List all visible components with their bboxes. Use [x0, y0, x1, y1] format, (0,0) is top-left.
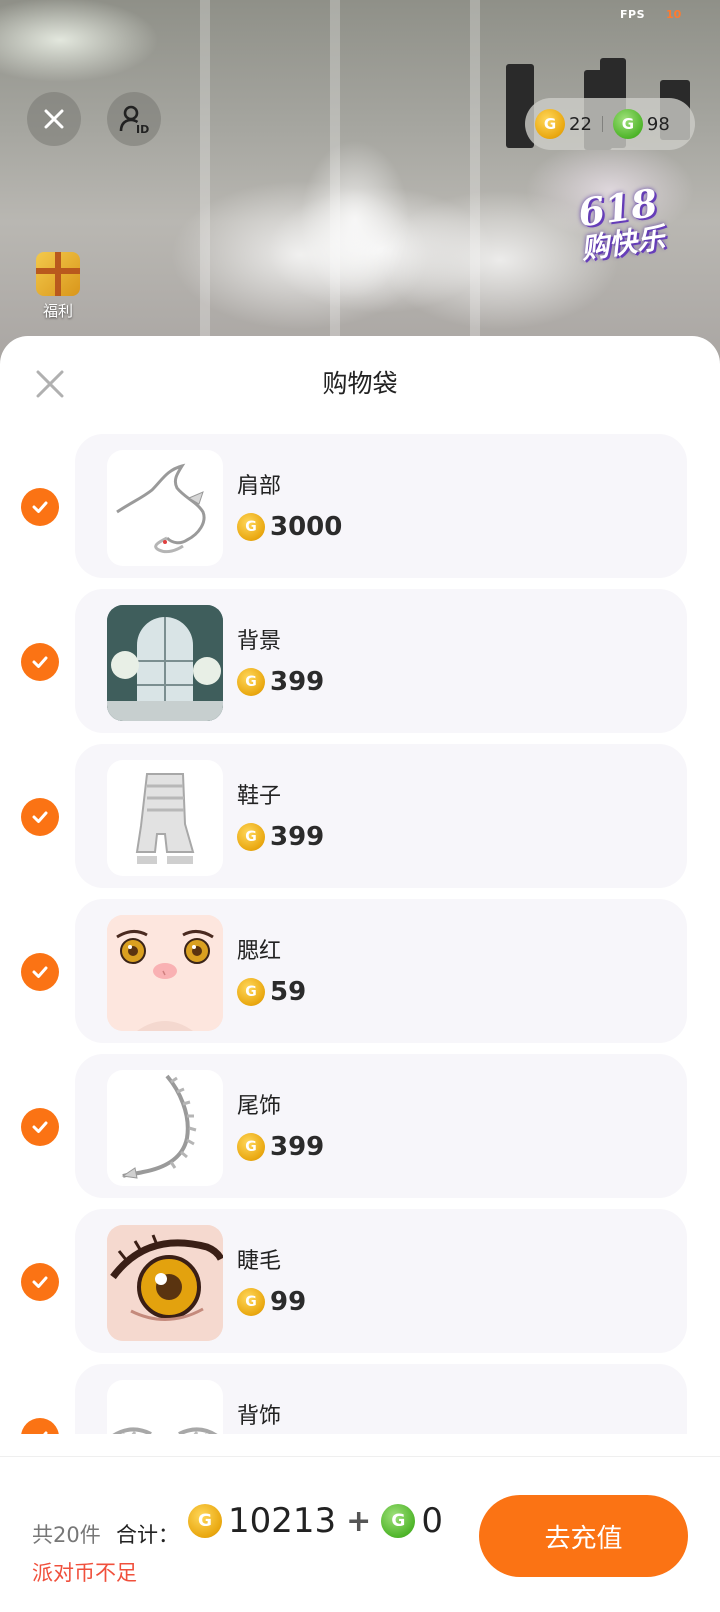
gold-coin-icon: G [237, 1288, 265, 1316]
item-price: G 99 [237, 1287, 306, 1317]
item-name: 尾饰 [237, 1094, 282, 1119]
check-icon [32, 966, 48, 978]
item-price-value: 59 [270, 977, 307, 1007]
item-name: 腮红 [237, 939, 282, 964]
eyelash-icon [107, 1225, 223, 1341]
gift-icon [36, 252, 80, 296]
selected-checkbox[interactable] [21, 1418, 59, 1434]
sheet-title: 购物袋 [322, 369, 398, 398]
gold-coin-icon: G [535, 109, 565, 139]
green-coin-amount: 98 [646, 113, 670, 135]
currency-display[interactable]: G 22 G 98 [525, 98, 695, 150]
recharge-button[interactable]: 去充值 [479, 1495, 688, 1577]
green-coin-icon: G [612, 109, 643, 139]
gold-coin-icon: G [237, 823, 265, 851]
green-total: 0 [421, 1501, 443, 1541]
item-name: 背景 [237, 629, 282, 654]
boots-icon [107, 760, 223, 876]
promo-618-badge[interactable]: 618 购快乐 [553, 160, 687, 286]
item-price: G 399 [237, 822, 324, 852]
cart-item[interactable]: 尾饰 G 399 [0, 1054, 720, 1198]
item-price-value: 399 [270, 667, 325, 697]
welfare-label: 福利 [42, 302, 73, 320]
insufficient-coins-warning: 派对币不足 [32, 1561, 137, 1585]
item-price: G 399 [237, 667, 324, 697]
check-icon [32, 501, 48, 513]
cart-item[interactable]: 鞋子 G 399 [0, 744, 720, 888]
checkout-footer: 共20件 合计： G 10213 + G 0 派对币不足 去充值 [0, 1456, 720, 1612]
check-icon [32, 811, 48, 823]
total-label: 合计： [116, 1523, 179, 1547]
svg-text:ID: ID [136, 123, 149, 135]
cart-item-list[interactable]: 肩部 G 3000 背景 G 399 鞋子 G 399 腮红 G 59 尾饰 G… [0, 434, 720, 1434]
selected-checkbox[interactable] [21, 1108, 59, 1146]
close-scene-button[interactable] [27, 92, 81, 146]
item-price-value: 99 [270, 1287, 307, 1317]
item-name: 背饰 [237, 1404, 282, 1429]
item-price-value: 399 [270, 822, 325, 852]
welfare-button[interactable]: 福利 [30, 252, 86, 321]
dragon-shoulder-icon [107, 450, 223, 566]
user-id-button[interactable]: ID [107, 92, 161, 146]
gold-coin-icon: G [237, 1133, 265, 1161]
shopping-bag-sheet: 购物袋 肩部 G 3000 背景 G 399 鞋子 G 399 腮红 G 59 … [0, 336, 720, 1612]
cart-item[interactable]: 睫毛 G 99 [0, 1209, 720, 1353]
user-id-icon: ID [119, 105, 149, 135]
check-icon [32, 1276, 48, 1288]
item-price: G 3000 [237, 512, 342, 542]
character-silhouette [300, 140, 410, 300]
check-icon [43, 1431, 48, 1434]
gold-coin-amount: 22 [569, 113, 592, 135]
selected-checkbox[interactable] [21, 488, 59, 526]
tail-icon [107, 1070, 223, 1186]
gold-total: 10213 [228, 1501, 337, 1541]
cart-item[interactable]: 肩部 G 3000 [0, 434, 720, 578]
face-blush-icon [107, 915, 223, 1031]
item-price: G 399 [237, 1132, 324, 1162]
item-price: G 59 [237, 977, 306, 1007]
selected-checkbox[interactable] [21, 798, 59, 836]
item-name: 肩部 [237, 474, 282, 499]
item-price-value: 3000 [270, 512, 343, 542]
back-ornament-icon [107, 1380, 223, 1434]
check-icon [32, 1121, 48, 1133]
item-count: 共20件 [32, 1523, 101, 1547]
fps-value: 10 [666, 8, 682, 21]
gold-coin-icon: G [237, 513, 265, 541]
green-coin-icon: G [381, 1504, 416, 1538]
item-price-value: 399 [270, 1132, 325, 1162]
selected-checkbox[interactable] [21, 1263, 59, 1301]
item-name: 鞋子 [237, 784, 282, 809]
selected-checkbox[interactable] [21, 643, 59, 681]
window-frame [200, 0, 210, 370]
check-icon [32, 656, 48, 668]
cart-item[interactable]: 背景 G 399 [0, 589, 720, 733]
gold-coin-icon: G [237, 978, 265, 1006]
plus-sign: + [346, 1503, 372, 1539]
divider [601, 116, 603, 132]
gold-coin-icon: G [188, 1504, 222, 1538]
cart-item[interactable]: 腮红 G 59 [0, 899, 720, 1043]
gold-coin-icon: G [237, 668, 265, 696]
window-background-icon [107, 605, 223, 721]
selected-checkbox[interactable] [21, 953, 59, 991]
cart-item[interactable]: 背饰 [0, 1364, 720, 1434]
item-name: 睫毛 [237, 1249, 282, 1274]
total-price: G 10213 + G 0 [188, 1501, 451, 1541]
fps-label: FPS [620, 8, 645, 21]
close-icon [44, 109, 64, 129]
